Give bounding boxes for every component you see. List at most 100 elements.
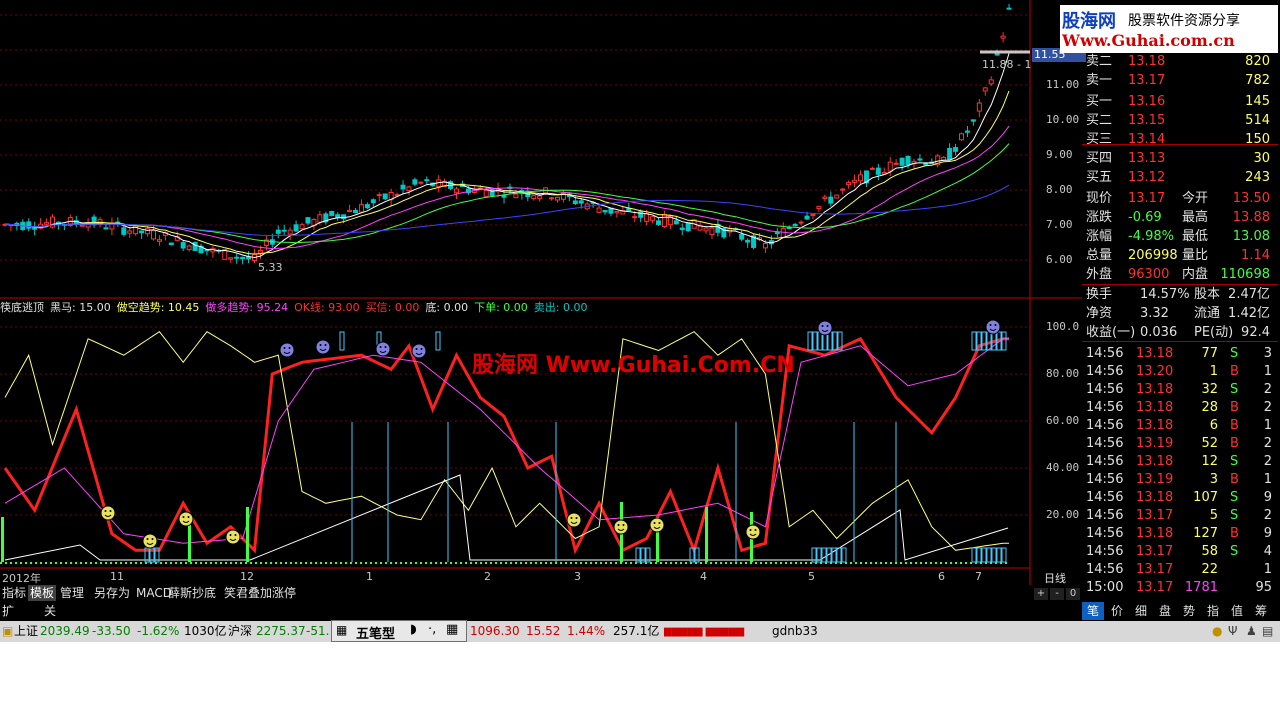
fund-value: 3.32 [1140,306,1169,321]
top-signal-box [971,331,977,351]
smiley-icon-eye [234,534,237,536]
candle-body [537,195,543,199]
kline-chart[interactable]: 11.88 - 1 5.33 [0,0,1082,585]
quote-tab[interactable]: 细 [1130,602,1152,620]
tick-side: S [1230,346,1239,361]
candle-body [650,216,656,221]
top-signal-box [812,331,818,351]
tick-count: 1 [1263,418,1272,433]
candle-body [917,158,923,161]
stat-value: 13.08 [1232,229,1270,244]
tick-price: 13.18 [1136,382,1174,397]
buy-price: 13.14 [1128,132,1166,147]
quote-tab[interactable]: 笔 [1082,602,1104,620]
candle-body [798,221,804,224]
candle-body [32,227,38,230]
smiley-icon-eye [187,516,190,518]
buy-volume: 145 [1245,94,1270,109]
chart-icon[interactable]: ▤ [1262,621,1273,642]
candle-body [353,209,358,214]
fund-value: 2.47亿 [1228,287,1270,302]
indicator-tab[interactable]: 模板 [28,585,57,601]
tick-row: 14:56 13.18 12 S 2 [1082,452,1276,471]
smiley-icon [613,519,629,535]
tick-count: 1 [1263,364,1272,379]
quote-tab[interactable]: 值 [1226,602,1248,620]
stat-row: 现价 13.17 今开 13.50 [1082,189,1276,208]
ime-half-width-icon[interactable]: ◗ [410,622,417,637]
candle-body [941,156,947,161]
tick-count: 2 [1263,436,1272,451]
tick-time: 14:56 [1086,490,1124,505]
date-tick-label: 3 [574,570,581,583]
quote-tab[interactable]: 势 [1178,602,1200,620]
stat-label: 最低 [1182,229,1209,244]
stat-row: 总量 206998 量比 1.14 [1082,246,1276,265]
candle-body [234,256,240,259]
indicator-tab[interactable]: 薛斯抄底 [166,585,218,601]
antenna-icon[interactable]: Ψ [1228,621,1237,642]
smiley-icon [100,505,116,521]
buy-signal-bar [188,520,191,562]
tick-volume: 6 [1209,418,1218,433]
candle-body [572,200,578,205]
date-tick-label: 2 [484,570,491,583]
sh-value: 2039.49 [40,624,90,638]
fund-value: 14.57% [1140,287,1190,302]
quote-tab[interactable]: 筹 [1250,602,1272,620]
indicator-tab[interactable]: 另存为 [92,585,132,601]
quote-panel: 卖二 13.18 820 卖一 13.17 782 买一 13.16 145 买二 13.15 514… [1082,53,1280,603]
chart-area[interactable]: 11.88 - 1 5.33 筷底逃顶 黑马: 15.00 做空趋势: 10.45 做多… [0,0,1086,600]
sh-label[interactable]: 上证 [14,621,38,642]
indicator-tab[interactable]: 指标 [0,585,28,601]
date-tick-label: 2012年 [2,572,41,585]
logo-title: 股海网 [1062,11,1116,32]
sad-face-icon-eye [994,324,997,326]
top-signal-box [1001,331,1007,351]
tick-price: 13.18 [1136,400,1174,415]
tick-time: 14:56 [1086,364,1124,379]
period-label[interactable]: 日线 [1044,570,1066,586]
candle-body [151,230,156,240]
sad-face-icon-eye [319,344,322,346]
extra-tab[interactable]: 扩展区 [0,603,16,642]
candle-body [822,196,828,199]
top-signal-box [435,331,441,351]
tick-price: 13.18 [1136,454,1174,469]
quote-tab[interactable]: 指 [1202,602,1224,620]
indicator-header-item: 筷底逃顶 [0,301,44,314]
person-icon[interactable]: ♟ [1246,621,1257,642]
indicator-tab[interactable]: 笑君叠加涨停 [222,585,298,601]
tick-row: 14:56 13.18 127 B 9 [1082,524,1276,543]
ime-keyboard-icon[interactable]: ▦ [446,622,458,637]
tick-row: 14:56 13.18 28 B 2 [1082,398,1276,417]
tick-price: 13.20 [1136,364,1174,379]
candle-body [412,179,418,185]
sell-level-label: 卖二 [1086,54,1113,69]
buy-price: 13.15 [1128,113,1166,128]
date-tick-label: 7 [975,570,982,583]
buy-price: 13.16 [1128,94,1166,109]
stat-value: 13.17 [1128,191,1166,206]
extra-tab[interactable]: 关联报价 [42,603,58,642]
quote-tab[interactable]: 盘 [1154,602,1176,620]
ime-toolbar[interactable]: ▦ 五笔型 ◗ ·, ▦ [331,620,467,642]
signal-box [981,547,987,563]
quote-tab[interactable]: 价 [1106,602,1128,620]
candle-body [424,179,430,182]
smiley-icon [649,517,665,533]
site-logo: 股海网 股票软件资源分享 Www.Guhai.com.cn [1060,5,1278,53]
hs-label[interactable]: 沪深 [228,621,252,642]
candle-body [774,232,780,235]
indicator-header-item: 做多趋势: 95.24 [205,301,289,314]
tick-side: S [1230,454,1239,469]
status-bar: ▣ 上证 2039.49 -33.50 -1.62% 1030亿 沪深 2275… [0,621,1280,642]
site-watermark: 股海网 Www.Guhai.Com.CN [472,353,795,378]
warning-icon[interactable]: ● [1212,621,1222,642]
sell-price: 13.17 [1128,73,1166,88]
ime-punct-icon[interactable]: ·, [428,622,436,637]
candle-body [875,167,881,175]
indicator-header-item: 买信: 0.00 [365,301,420,314]
indicator-tab[interactable]: 管理 [58,585,86,601]
sh-amount: 1030亿 [184,624,227,638]
